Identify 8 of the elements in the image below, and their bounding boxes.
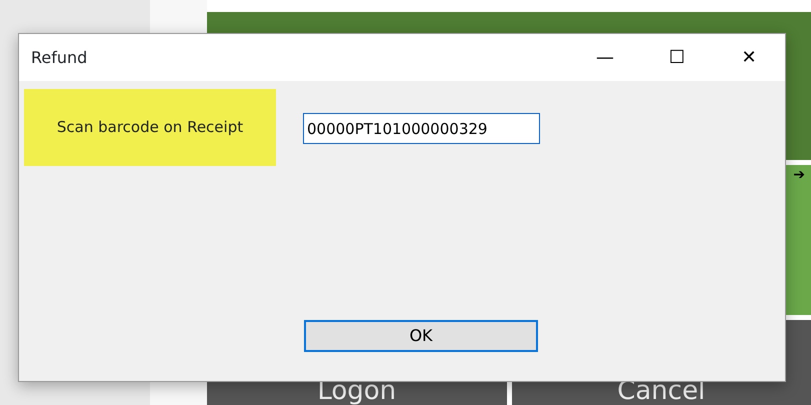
prompt-label: Scan barcode on Receipt bbox=[24, 89, 276, 166]
close-button[interactable]: ✕ bbox=[713, 34, 785, 81]
ok-button[interactable]: OK bbox=[304, 320, 538, 352]
window-title: Refund bbox=[30, 46, 88, 68]
minimize-button[interactable]: — bbox=[569, 34, 641, 81]
barcode-field[interactable]: 00000PT101000000329 bbox=[303, 113, 540, 144]
maximize-button[interactable]: ☐ bbox=[641, 34, 713, 81]
arrow-icon: ➔ bbox=[793, 165, 805, 186]
